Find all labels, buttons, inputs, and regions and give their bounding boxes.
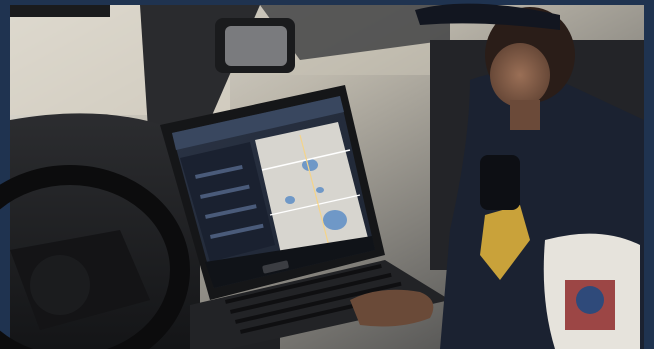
officer-hand — [350, 289, 434, 327]
photo-frame — [0, 0, 654, 349]
photo-illustration — [0, 3, 644, 349]
officer-face — [490, 43, 550, 107]
shoulder-radio — [480, 155, 520, 210]
